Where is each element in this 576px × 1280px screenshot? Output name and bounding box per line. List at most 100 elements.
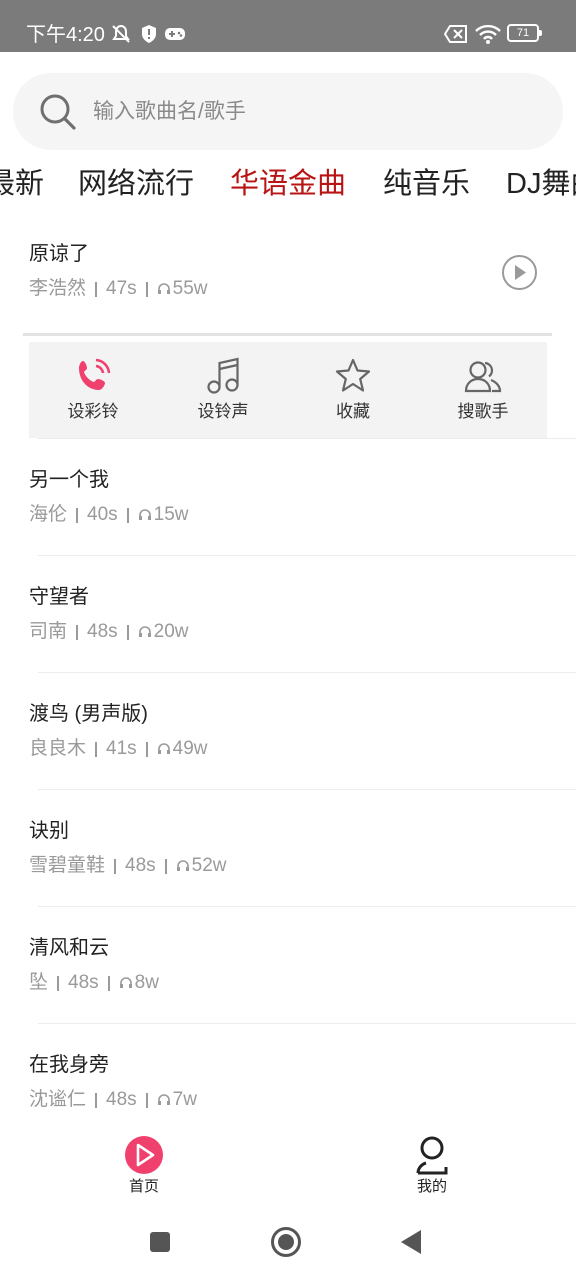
song-artist: 海伦 — [29, 504, 68, 525]
mute-icon — [110, 22, 132, 46]
song-duration: 48s — [125, 855, 156, 876]
wifi-icon — [474, 22, 502, 46]
favorite-button[interactable]: 收藏 — [293, 356, 413, 424]
song-artist: 良良木 — [29, 738, 87, 759]
nav-mine[interactable]: 我的 — [382, 1134, 482, 1198]
tab-latest[interactable]: 最新 — [0, 164, 44, 204]
song-title: 在我身旁 — [29, 1054, 109, 1076]
search-singer-button[interactable]: 搜歌手 — [423, 356, 543, 424]
song-meta: 司南 48s 20w — [29, 618, 189, 646]
home-button[interactable] — [268, 1226, 304, 1263]
song-meta: 沈谧仁 48s 7w — [29, 1086, 197, 1114]
song-title: 另一个我 — [29, 469, 109, 491]
separator — [145, 741, 148, 757]
star-icon — [293, 356, 413, 396]
gamepad-icon — [164, 22, 186, 46]
song-duration: 47s — [106, 278, 137, 299]
separator — [95, 741, 98, 757]
status-time: 下午4:20 — [26, 24, 105, 46]
play-circle-icon — [94, 1134, 194, 1176]
song-duration: 48s — [106, 1089, 137, 1110]
tab-dj[interactable]: DJ舞曲 — [506, 164, 576, 204]
divider — [38, 906, 576, 907]
sim-off-icon — [444, 22, 468, 46]
search-bar[interactable]: 输入歌曲名/歌手 — [13, 73, 563, 150]
divider — [38, 789, 576, 790]
battery-level: 71 — [516, 27, 530, 39]
separator — [145, 1092, 148, 1108]
song-meta: 坠 48s 8w — [29, 969, 159, 997]
separator — [95, 1092, 98, 1108]
song-duration: 48s — [68, 972, 99, 993]
circle-icon — [270, 1226, 302, 1263]
song-title: 渡鸟 (男声版) — [29, 703, 148, 725]
battery-icon: 71 — [507, 24, 542, 42]
song-plays: 52w — [191, 855, 227, 876]
action-label: 设铃声 — [197, 402, 249, 421]
headphones-icon — [138, 508, 152, 522]
headphones-icon — [157, 742, 171, 756]
system-nav-bar — [0, 1208, 576, 1280]
separator — [76, 624, 79, 640]
tab-chinese-classics[interactable]: 华语金曲 — [230, 164, 346, 204]
song-artist: 雪碧童鞋 — [29, 855, 106, 876]
song-duration: 40s — [87, 504, 118, 525]
separator — [164, 858, 167, 874]
tab-pure-music[interactable]: 纯音乐 — [383, 164, 470, 204]
song-artist: 李浩然 — [29, 278, 87, 299]
phone-ring-icon — [33, 356, 153, 396]
separator — [126, 507, 129, 523]
song-plays: 7w — [172, 1089, 197, 1110]
profile-icon — [382, 1134, 482, 1176]
category-tabs: 最新 网络流行 华语金曲 纯音乐 DJ舞曲 — [0, 160, 576, 208]
set-ringtone-button[interactable]: 设铃声 — [163, 356, 283, 424]
separator — [126, 624, 129, 640]
song-title: 原谅了 — [29, 243, 89, 265]
users-icon — [423, 356, 543, 396]
song-artist: 坠 — [29, 972, 49, 993]
status-bar: 下午4:20 71 — [0, 0, 576, 52]
action-label: 设彩铃 — [67, 402, 119, 421]
set-ringback-button[interactable]: 设彩铃 — [33, 356, 153, 424]
nav-mine-label: 我的 — [416, 1178, 447, 1195]
headphones-icon — [157, 282, 171, 296]
search-icon — [39, 93, 77, 131]
song-action-panel: 设彩铃 设铃声 收藏 搜歌手 — [29, 342, 547, 438]
separator — [95, 281, 98, 297]
headphones-icon — [176, 859, 190, 873]
song-title: 诀别 — [29, 820, 69, 842]
shield-icon — [141, 22, 157, 46]
separator — [76, 507, 79, 523]
back-button[interactable] — [395, 1228, 427, 1260]
song-meta: 良良木 41s 49w — [29, 735, 208, 763]
song-plays: 20w — [153, 621, 189, 642]
song-plays: 8w — [134, 972, 159, 993]
action-label: 收藏 — [336, 402, 370, 421]
divider — [38, 672, 576, 673]
separator — [114, 858, 117, 874]
headphones-icon — [157, 1093, 171, 1107]
search-input[interactable]: 输入歌曲名/歌手 — [93, 97, 246, 127]
headphones-icon — [119, 976, 133, 990]
song-plays: 49w — [172, 738, 208, 759]
song-plays: 55w — [172, 278, 208, 299]
song-artist: 沈谧仁 — [29, 1089, 87, 1110]
song-duration: 41s — [106, 738, 137, 759]
divider — [38, 1023, 576, 1024]
divider — [23, 333, 552, 336]
song-meta: 李浩然 47s 55w — [29, 275, 208, 303]
song-plays: 15w — [153, 504, 189, 525]
action-label: 搜歌手 — [457, 402, 509, 421]
recent-apps-button[interactable] — [144, 1228, 176, 1260]
separator — [107, 975, 110, 991]
square-icon — [149, 1231, 171, 1258]
divider — [38, 555, 576, 556]
play-icon[interactable] — [501, 254, 538, 291]
nav-home[interactable]: 首页 — [94, 1134, 194, 1198]
song-duration: 48s — [87, 621, 118, 642]
separator — [145, 281, 148, 297]
tab-network-popular[interactable]: 网络流行 — [78, 164, 194, 204]
triangle-back-icon — [399, 1229, 423, 1260]
song-meta: 海伦 40s 15w — [29, 501, 189, 529]
divider — [38, 438, 576, 439]
